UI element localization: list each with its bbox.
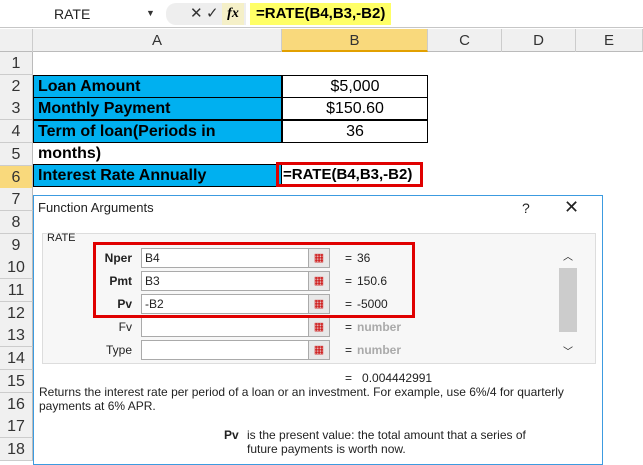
arg-result-type: number (357, 343, 402, 357)
cancel-icon[interactable]: ✕ (190, 4, 203, 22)
row-header-10[interactable]: 10 (0, 256, 33, 280)
highlight-box (93, 242, 415, 318)
equals-sign: = (345, 371, 353, 385)
formula-bar: RATE ▼ ✕ ✓ fx =RATE(B4,B3,-B2) (0, 0, 643, 28)
column-header-a[interactable]: A (33, 29, 282, 52)
equals-sign: = (345, 320, 353, 334)
cell-a4[interactable]: Term of loan(Periods in months) (33, 120, 282, 162)
dialog-title: Function Arguments (38, 200, 154, 215)
cell-a3[interactable]: Monthly Payment (33, 97, 282, 120)
enter-icon[interactable]: ✓ (206, 4, 219, 22)
row-header-15[interactable]: 15 (0, 369, 33, 393)
active-cell-b6[interactable]: =RATE(B4,B3,-B2) (276, 162, 423, 187)
cell-b3[interactable]: $150.60 (282, 97, 428, 120)
row-header-4[interactable]: 4 (0, 120, 33, 144)
cell-a6[interactable]: Interest Rate Annually (33, 164, 282, 187)
column-header-c[interactable]: C (428, 29, 502, 52)
range-select-icon[interactable]: ▦ (308, 340, 330, 360)
row-header-3[interactable]: 3 (0, 97, 33, 121)
scroll-up-icon[interactable]: ︿ (563, 248, 573, 263)
row-header-7[interactable]: 7 (0, 188, 33, 212)
cell-a2[interactable]: Loan Amount (33, 75, 282, 98)
argument-help-name: Pv (224, 428, 239, 442)
function-arguments-dialog: Function Arguments ? ✕ RATE Nper B4 ▦ = … (33, 195, 603, 465)
cell-b4[interactable]: 36 (282, 120, 428, 143)
arg-input-type[interactable] (141, 340, 309, 360)
row-header-11[interactable]: 11 (0, 279, 33, 302)
arg-input-fv[interactable] (141, 317, 309, 337)
range-select-icon[interactable]: ▦ (308, 317, 330, 337)
row-header-18[interactable]: 18 (0, 437, 33, 461)
select-all-button[interactable] (0, 29, 33, 52)
row-header-9[interactable]: 9 (0, 233, 33, 257)
row-header-12[interactable]: 12 (0, 301, 33, 325)
scrollbar-thumb[interactable] (559, 268, 577, 332)
row-header-1[interactable]: 1 (0, 52, 33, 75)
cell-b2[interactable]: $5,000 (282, 75, 428, 98)
help-button[interactable]: ? (522, 200, 530, 216)
row-header-6[interactable]: 6 (0, 165, 33, 189)
row-header-5[interactable]: 5 (0, 142, 33, 166)
arg-label-fv: Fv (118, 320, 132, 334)
argument-help-text: is the present value: the total amount t… (247, 428, 526, 456)
function-description: Returns the interest rate per period of … (39, 385, 564, 413)
row-header-16[interactable]: 16 (0, 392, 33, 416)
scroll-down-icon[interactable]: ﹀ (563, 343, 573, 358)
close-button[interactable]: ✕ (564, 197, 579, 218)
column-header-b[interactable]: B (282, 29, 428, 52)
column-header-d[interactable]: D (502, 29, 576, 52)
row-header-14[interactable]: 14 (0, 347, 33, 371)
name-box[interactable]: RATE (2, 3, 160, 25)
row-header-13[interactable]: 13 (0, 324, 33, 348)
row-header-17[interactable]: 17 (0, 415, 33, 439)
chevron-down-icon[interactable]: ▼ (146, 8, 155, 18)
row-header-8[interactable]: 8 (0, 210, 33, 234)
arg-result-fv: number (357, 320, 402, 334)
arg-label-type: Type (105, 343, 132, 357)
column-headers: A B C D E (0, 29, 643, 52)
function-name: RATE (47, 232, 76, 244)
formula-input[interactable]: =RATE(B4,B3,-B2) (250, 3, 392, 25)
row-header-2[interactable]: 2 (0, 74, 33, 98)
formula-result: = 0.004442991 (345, 371, 432, 385)
insert-function-button[interactable]: fx (222, 3, 244, 25)
result-value: 0.004442991 (362, 371, 433, 385)
column-header-e[interactable]: E (576, 29, 643, 52)
equals-sign: = (345, 343, 353, 357)
